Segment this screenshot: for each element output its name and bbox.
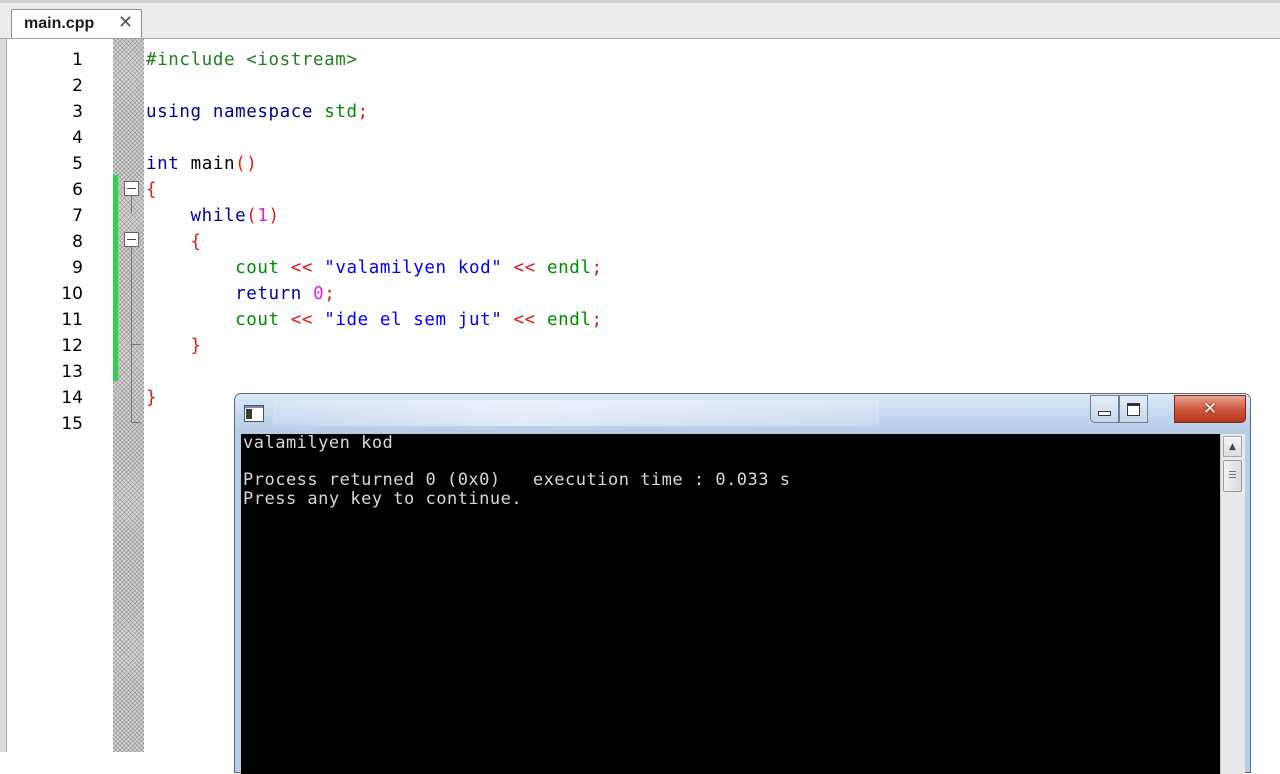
keyword: namespace (212, 102, 314, 122)
scroll-thumb[interactable] (1223, 460, 1242, 492)
brace: } (146, 388, 158, 408)
operator: ( (246, 206, 258, 226)
line-number: 4 (72, 128, 83, 148)
maximize-button[interactable] (1119, 395, 1148, 423)
output-line: Process returned 0 (0x0) execution time … (243, 470, 791, 490)
minimize-button[interactable] (1090, 395, 1119, 423)
code-line-3: using namespace std; (146, 99, 603, 125)
code-line-5: int main() (146, 151, 603, 177)
operator: ; (357, 102, 369, 122)
brace: } (190, 336, 202, 356)
code-line-9: cout << "valamilyen kod" << endl; (146, 255, 603, 281)
operator: ; (324, 284, 336, 304)
string-literal: "valamilyen kod" (324, 258, 503, 278)
line-number-gutter: 1 2 3 4 5 6 7 8 9 10 11 12 13 14 15 (7, 39, 113, 752)
close-icon: ✕ (1202, 399, 1218, 419)
line-number: 6 (72, 180, 83, 200)
number: 0 (313, 284, 325, 304)
line-number: 7 (72, 206, 83, 226)
line-number: 12 (61, 336, 83, 356)
maximize-icon (1127, 402, 1140, 416)
line-number: 5 (72, 154, 83, 174)
line-number: 2 (72, 76, 83, 96)
operator: ; (591, 258, 603, 278)
fold-line (131, 247, 132, 423)
keyword: using (146, 102, 202, 122)
identifier: endl (546, 258, 592, 278)
line-number: 8 (72, 232, 83, 252)
line-number: 14 (61, 388, 83, 408)
operator: ; (591, 310, 603, 330)
output-line: Press any key to continue. (243, 488, 523, 509)
line-number: 13 (61, 362, 83, 382)
keyword: while (190, 206, 247, 226)
function-name: main (190, 154, 236, 174)
fold-line (131, 196, 132, 213)
line-number: 11 (61, 310, 83, 330)
number: 1 (257, 206, 269, 226)
tab-label: main.cpp (24, 15, 95, 32)
fold-collapse-icon[interactable] (124, 181, 139, 196)
identifier: cout (235, 258, 280, 278)
brace: { (146, 180, 158, 200)
change-marker-bar (113, 175, 118, 381)
keyword: int (146, 154, 180, 174)
keyword: return (235, 284, 302, 304)
console-output-area[interactable]: valamilyen kod Process returned 0 (0x0) … (241, 434, 1220, 774)
operator: << (513, 258, 536, 278)
line-number: 15 (61, 414, 83, 434)
editor-border (0, 39, 7, 752)
string-literal: "ide el sem jut" (324, 310, 503, 330)
console-output: valamilyen kod Process returned 0 (0x0) … (243, 434, 790, 508)
console-app-icon[interactable] (244, 405, 264, 422)
fold-margin[interactable] (113, 39, 144, 752)
line-number: 10 (61, 284, 83, 304)
fold-end-tick (131, 422, 141, 423)
code-line-12: } (146, 333, 603, 359)
identifier: cout (235, 310, 280, 330)
code-line-11: cout << "ide el sem jut" << endl; (146, 307, 603, 333)
fold-collapse-icon[interactable] (124, 232, 139, 247)
identifier: std (324, 102, 358, 122)
code-line-8: { (146, 229, 603, 255)
brace: { (190, 232, 202, 252)
operator: << (290, 310, 314, 330)
chevron-up-icon: ▲ (1229, 441, 1236, 452)
output-line: valamilyen kod (243, 433, 394, 453)
tab-bar: main.cpp ✕ (0, 0, 1280, 39)
tab-main-cpp[interactable]: main.cpp ✕ (11, 9, 142, 38)
preprocessor-directive: #include <iostream> (146, 50, 358, 70)
operator: () (235, 154, 258, 174)
code-text[interactable]: #include <iostream> using namespace std;… (146, 47, 603, 437)
code-line-7: while(1) (146, 203, 603, 229)
title-glass-highlight (273, 400, 879, 426)
code-line-10: return 0; (146, 281, 603, 307)
line-number: 3 (72, 102, 83, 122)
minimize-icon (1098, 410, 1111, 416)
console-window[interactable]: ✕ valamilyen kod Process returned 0 (0x0… (234, 393, 1251, 774)
close-icon[interactable]: ✕ (118, 12, 133, 33)
operator: << (513, 310, 536, 330)
code-line-6: { (146, 177, 603, 203)
fold-end-tick (131, 344, 141, 345)
console-title-bar[interactable]: ✕ (235, 394, 1250, 434)
identifier: endl (546, 310, 592, 330)
code-line-1: #include <iostream> (146, 47, 603, 73)
operator: ) (268, 206, 280, 226)
close-button[interactable]: ✕ (1174, 395, 1246, 423)
scroll-up-button[interactable]: ▲ (1223, 436, 1242, 457)
vertical-scrollbar[interactable]: ▲ (1220, 434, 1245, 774)
line-number: 1 (72, 50, 83, 70)
operator: << (290, 258, 314, 278)
line-number: 9 (72, 258, 83, 278)
